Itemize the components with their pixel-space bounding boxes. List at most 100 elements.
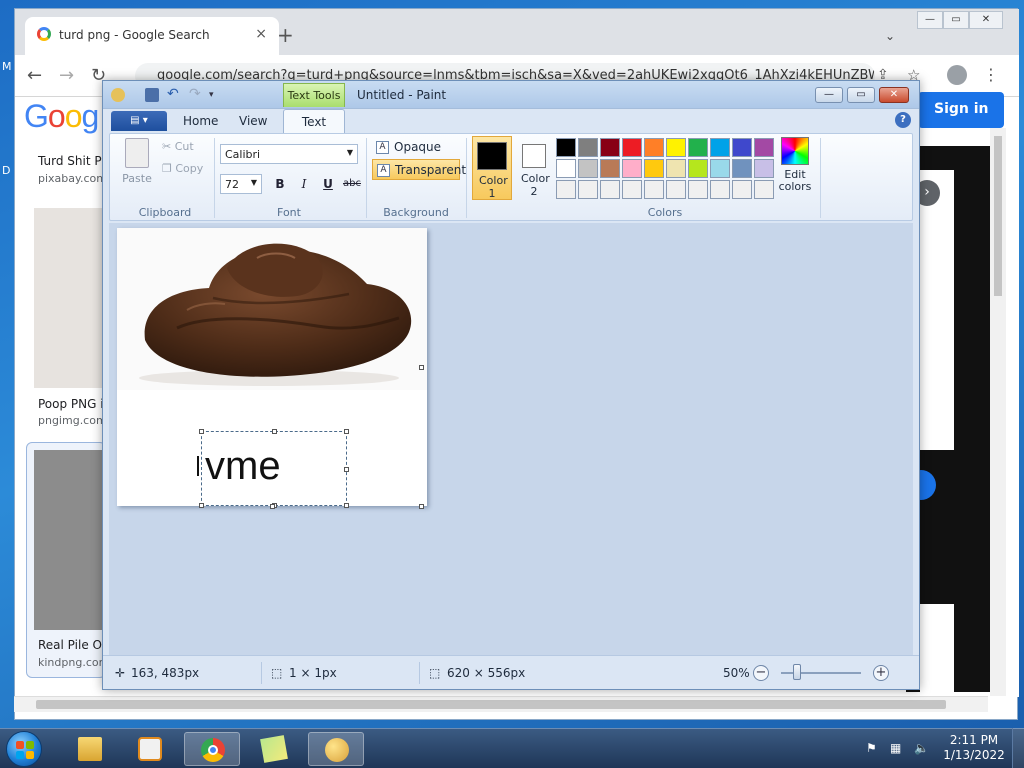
palette-color-swatch[interactable] bbox=[556, 180, 576, 199]
resize-handle[interactable] bbox=[344, 467, 349, 472]
zoom-slider-thumb[interactable] bbox=[793, 664, 801, 680]
chrome-tab-google-search[interactable]: turd png - Google Search × bbox=[25, 17, 279, 55]
show-desktop-button[interactable] bbox=[1012, 728, 1024, 768]
color-2-selector[interactable]: Color 2 bbox=[514, 136, 554, 200]
canvas-resize-handle[interactable] bbox=[419, 504, 424, 509]
taskbar-chrome[interactable] bbox=[184, 732, 240, 766]
resize-handle[interactable] bbox=[344, 503, 349, 508]
google-logo[interactable]: Goog bbox=[24, 98, 99, 135]
tab-search-chevron-icon[interactable]: ⌄ bbox=[885, 29, 895, 43]
zoom-in-button[interactable]: + bbox=[873, 665, 889, 681]
palette-color-swatch[interactable] bbox=[754, 159, 774, 178]
resize-handle[interactable] bbox=[199, 503, 204, 508]
related-image-thumb[interactable] bbox=[920, 604, 954, 692]
palette-color-swatch[interactable] bbox=[732, 159, 752, 178]
palette-color-swatch[interactable] bbox=[666, 159, 686, 178]
resize-handle[interactable] bbox=[344, 429, 349, 434]
chrome-horizontal-scrollbar[interactable] bbox=[14, 696, 988, 712]
new-tab-button[interactable]: + bbox=[277, 23, 294, 47]
palette-color-swatch[interactable] bbox=[754, 180, 774, 199]
palette-color-swatch[interactable] bbox=[688, 159, 708, 178]
chrome-vertical-scrollbar[interactable] bbox=[990, 128, 1006, 696]
zoom-out-button[interactable]: − bbox=[753, 665, 769, 681]
palette-color-swatch[interactable] bbox=[710, 180, 730, 199]
bold-button[interactable]: B bbox=[270, 174, 290, 194]
paint-close-button[interactable]: ✕ bbox=[879, 87, 909, 103]
palette-color-swatch[interactable] bbox=[600, 138, 620, 157]
palette-color-swatch[interactable] bbox=[666, 180, 686, 199]
drawing-canvas[interactable]: vme bbox=[117, 228, 427, 508]
italic-button[interactable]: I bbox=[294, 174, 314, 194]
copy-button[interactable]: ❐ Copy bbox=[162, 162, 203, 175]
paint-title-bar[interactable]: ↶ ↷ ▾ Text Tools Untitled - Paint — ▭ ✕ bbox=[103, 81, 919, 109]
save-icon[interactable] bbox=[145, 88, 159, 102]
profile-avatar-icon[interactable] bbox=[947, 65, 967, 85]
result-thumbnail-2[interactable] bbox=[34, 208, 106, 388]
undo-icon[interactable]: ↶ bbox=[167, 87, 181, 102]
palette-color-swatch[interactable] bbox=[578, 180, 598, 199]
palette-color-swatch[interactable] bbox=[754, 138, 774, 157]
font-family-dropdown[interactable]: Calibri ▼ bbox=[220, 144, 358, 164]
chrome-menu-icon[interactable]: ⋮ bbox=[983, 65, 999, 84]
tab-home[interactable]: Home bbox=[171, 109, 230, 133]
paint-app-icon[interactable] bbox=[111, 88, 125, 102]
palette-color-swatch[interactable] bbox=[688, 180, 708, 199]
result-title-2[interactable]: Poop PNG i bbox=[38, 397, 104, 411]
palette-color-swatch[interactable] bbox=[644, 159, 664, 178]
paste-button[interactable]: Paste bbox=[118, 138, 156, 188]
action-center-icon[interactable]: ⚑ bbox=[866, 741, 877, 768]
transparent-option[interactable]: A Transparent bbox=[372, 159, 466, 180]
chrome-minimize-button[interactable]: — bbox=[917, 11, 943, 29]
sign-in-button[interactable]: Sign in bbox=[918, 92, 1004, 128]
palette-color-swatch[interactable] bbox=[710, 138, 730, 157]
tab-view[interactable]: View bbox=[227, 109, 279, 133]
palette-color-swatch[interactable] bbox=[578, 138, 598, 157]
tab-close-icon[interactable]: × bbox=[255, 26, 267, 42]
font-size-dropdown[interactable]: 72 ▼ bbox=[220, 174, 262, 194]
palette-color-swatch[interactable] bbox=[600, 180, 620, 199]
paint-menu-button[interactable]: ▤ ▾ bbox=[111, 111, 167, 131]
cut-button[interactable]: ✂ Cut bbox=[162, 140, 194, 153]
palette-color-swatch[interactable] bbox=[622, 138, 642, 157]
palette-color-swatch[interactable] bbox=[600, 159, 620, 178]
back-arrow-icon[interactable]: ← bbox=[27, 65, 42, 86]
palette-color-swatch[interactable] bbox=[622, 159, 642, 178]
underline-button[interactable]: U bbox=[318, 174, 338, 194]
resize-handle[interactable] bbox=[272, 429, 277, 434]
color-1-selector[interactable]: Color 1 bbox=[472, 136, 512, 200]
customize-toolbar-icon[interactable]: ▾ bbox=[209, 88, 223, 102]
palette-color-swatch[interactable] bbox=[556, 159, 576, 178]
start-button[interactable] bbox=[6, 731, 42, 767]
system-clock[interactable]: 2:11 PM 1/13/2022 bbox=[938, 733, 1010, 763]
palette-color-swatch[interactable] bbox=[578, 159, 598, 178]
palette-color-swatch[interactable] bbox=[710, 159, 730, 178]
tab-text[interactable]: Text bbox=[283, 109, 345, 133]
chrome-maximize-button[interactable]: ▭ bbox=[943, 11, 969, 29]
palette-color-swatch[interactable] bbox=[732, 180, 752, 199]
edit-colors-button[interactable]: Edit colors bbox=[774, 137, 816, 199]
taskbar-paint[interactable] bbox=[308, 732, 364, 766]
result-title-1[interactable]: Turd Shit Pi bbox=[38, 154, 105, 168]
palette-color-swatch[interactable] bbox=[666, 138, 686, 157]
opaque-option[interactable]: A Opaque bbox=[372, 137, 456, 157]
canvas-resize-handle[interactable] bbox=[270, 504, 275, 509]
chrome-close-button[interactable]: ✕ bbox=[969, 11, 1003, 29]
network-icon[interactable]: ▦ bbox=[890, 741, 901, 768]
redo-icon[interactable]: ↷ bbox=[189, 87, 203, 102]
palette-color-swatch[interactable] bbox=[732, 138, 752, 157]
taskbar-explorer[interactable] bbox=[62, 732, 118, 766]
result-title-3[interactable]: Real Pile Of bbox=[38, 638, 106, 652]
help-icon[interactable]: ? bbox=[895, 112, 911, 128]
canvas-workspace[interactable]: vme bbox=[109, 223, 913, 655]
canvas-resize-handle[interactable] bbox=[419, 365, 424, 370]
resize-handle[interactable] bbox=[199, 429, 204, 434]
palette-color-swatch[interactable] bbox=[644, 138, 664, 157]
paint-maximize-button[interactable]: ▭ bbox=[847, 87, 875, 103]
palette-color-swatch[interactable] bbox=[644, 180, 664, 199]
palette-color-swatch[interactable] bbox=[622, 180, 642, 199]
result-thumbnail-3[interactable] bbox=[34, 450, 106, 630]
taskbar-media-player[interactable] bbox=[122, 732, 178, 766]
strikethrough-button[interactable]: abc bbox=[340, 174, 364, 194]
palette-color-swatch[interactable] bbox=[688, 138, 708, 157]
volume-icon[interactable]: 🔈 bbox=[914, 741, 929, 768]
